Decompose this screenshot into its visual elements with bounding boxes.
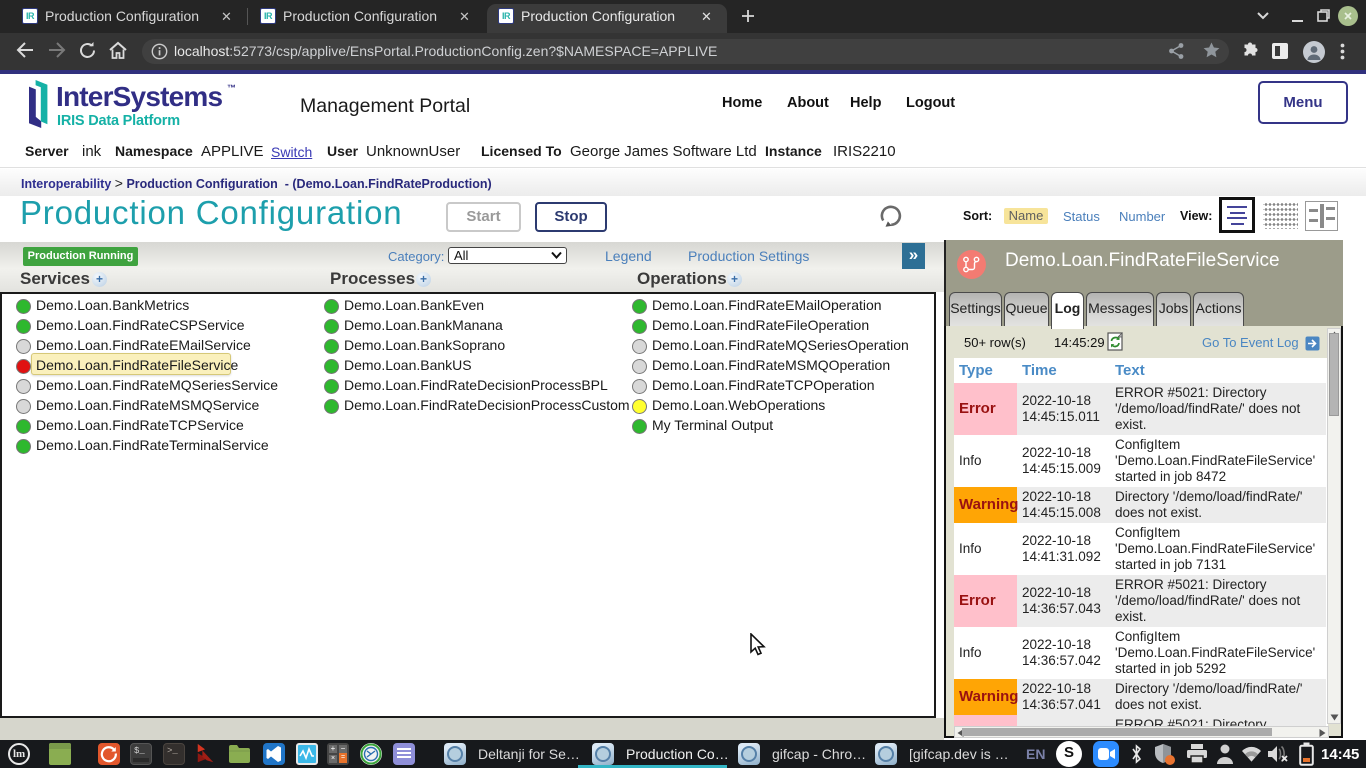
svg-text:™: ™ [227,83,236,93]
svg-text:InterSystems: InterSystems [56,81,222,112]
svg-text:IRIS Data Platform: IRIS Data Platform [57,113,180,129]
